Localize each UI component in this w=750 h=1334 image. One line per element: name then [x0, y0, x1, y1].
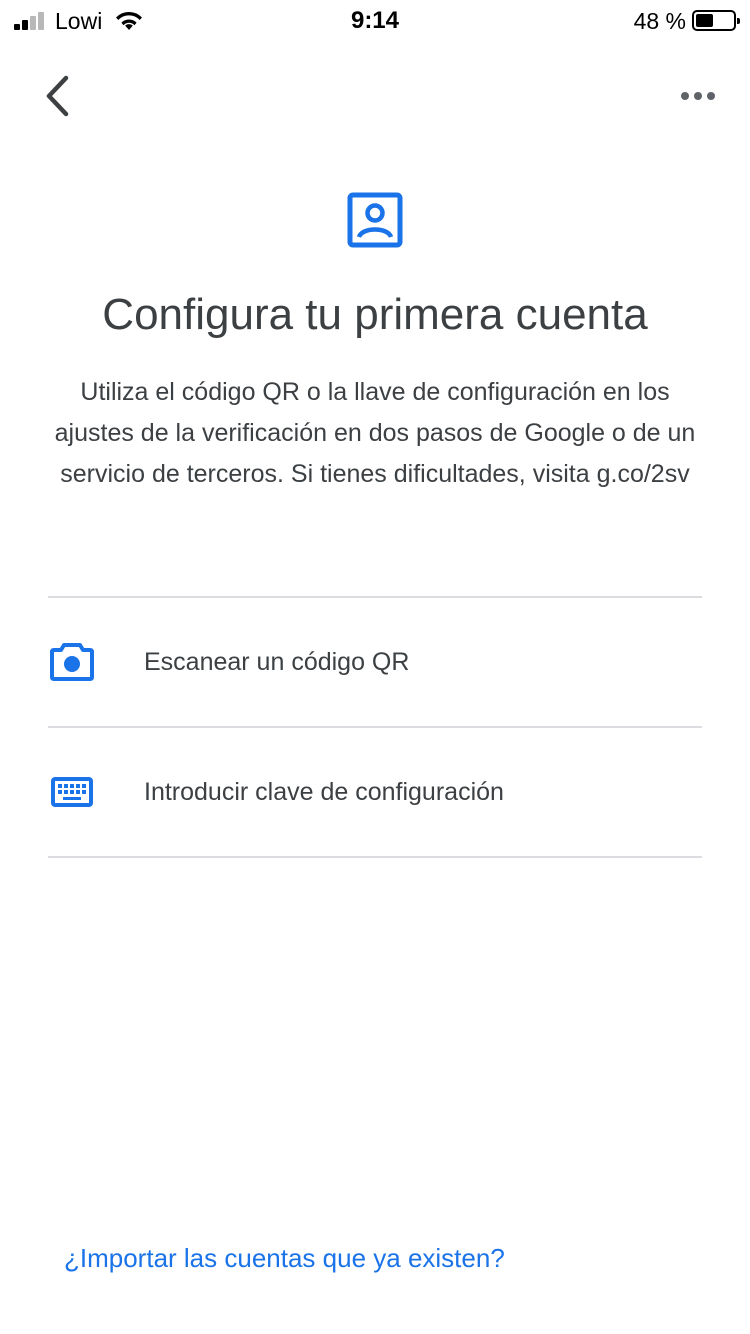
- enter-setup-key-option[interactable]: Introducir clave de configuración: [48, 728, 702, 856]
- battery-percentage: 48 %: [633, 8, 686, 34]
- divider: [48, 856, 702, 858]
- status-bar: Lowi 9:14 48 %: [0, 0, 750, 40]
- camera-icon: [48, 638, 96, 686]
- battery-icon: [692, 10, 740, 31]
- back-button[interactable]: [34, 72, 80, 120]
- chevron-left-icon: [46, 75, 69, 117]
- import-accounts-link[interactable]: ¿Importar las cuentas que ya existen?: [64, 1243, 505, 1274]
- account-box-icon: [347, 192, 403, 248]
- more-horizontal-icon: [681, 92, 715, 100]
- enter-setup-key-label: Introducir clave de configuración: [144, 777, 504, 806]
- page-description: Utiliza el código QR o la llave de confi…: [54, 378, 696, 488]
- keyboard-icon: [48, 768, 96, 816]
- scan-qr-label: Escanear un código QR: [144, 647, 410, 676]
- more-options-button[interactable]: [676, 78, 720, 114]
- scan-qr-option[interactable]: Escanear un código QR: [48, 598, 702, 726]
- page-title: Configura tu primera cuenta: [102, 290, 648, 339]
